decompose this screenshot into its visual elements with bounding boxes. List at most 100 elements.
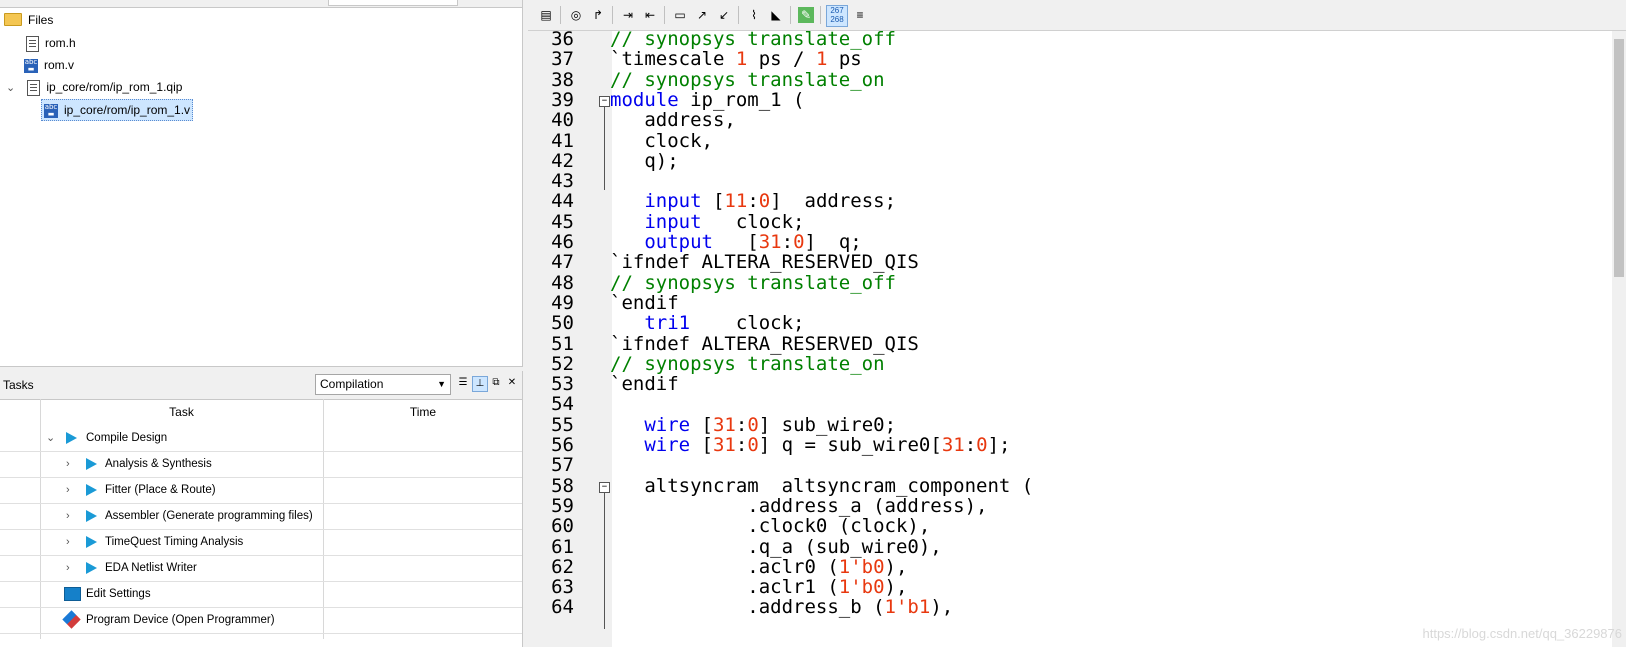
code-line[interactable]: .aclr1 (1'b0), bbox=[610, 577, 907, 598]
code-line[interactable]: .address_a (address), bbox=[610, 495, 987, 517]
code-line[interactable]: input clock; bbox=[610, 211, 804, 233]
code-line[interactable]: `endif bbox=[610, 292, 679, 314]
vertical-scrollbar[interactable] bbox=[1612, 31, 1626, 647]
chevron-right-icon[interactable]: › bbox=[66, 451, 76, 477]
play-icon[interactable] bbox=[86, 484, 97, 496]
column-header-time[interactable]: Time bbox=[324, 399, 522, 425]
code-token: ] sub_wire0; bbox=[758, 413, 897, 436]
column-header-task[interactable]: Task bbox=[40, 399, 323, 425]
scrollbar-thumb[interactable] bbox=[1614, 39, 1624, 277]
code-area[interactable]: 36 // synopsys translate_off 37 `timescale … bbox=[528, 29, 1612, 647]
task-row-edit-settings[interactable]: Edit Settings bbox=[0, 581, 522, 608]
code-line[interactable]: // synopsys translate_off bbox=[610, 29, 896, 50]
bookmark-prev-icon[interactable]: ↙ bbox=[716, 7, 732, 23]
code-token: 1'b0 bbox=[838, 555, 885, 578]
code-line[interactable]: output [31:0] q; bbox=[610, 231, 862, 253]
task-row-fitter[interactable]: › Fitter (Place & Route) bbox=[0, 477, 522, 504]
toolbar-separator bbox=[560, 6, 561, 24]
bookmark-next-icon[interactable]: ↗ bbox=[694, 7, 710, 23]
comment-icon[interactable]: ◣ bbox=[768, 7, 784, 23]
code-token: [ bbox=[690, 434, 713, 456]
code-line[interactable]: address, bbox=[610, 110, 736, 131]
find-next-icon[interactable]: ↱ bbox=[590, 7, 606, 23]
chevron-down-icon[interactable]: ⌄ bbox=[6, 78, 16, 98]
bookmark-icon[interactable]: ▭ bbox=[672, 7, 688, 23]
code-line[interactable]: input [11:0] address; bbox=[610, 191, 896, 212]
flow-select[interactable]: Compilation ▼ bbox=[315, 374, 451, 395]
attach-icon[interactable]: ⌇ bbox=[746, 7, 762, 23]
task-row-eda-netlist[interactable]: › EDA Netlist Writer bbox=[0, 555, 522, 582]
indent-icon[interactable]: ⇥ bbox=[620, 7, 636, 23]
tree-item-rom-h[interactable]: rom.h bbox=[26, 33, 76, 53]
chevron-right-icon[interactable]: › bbox=[66, 529, 76, 555]
code-line[interactable]: q); bbox=[610, 150, 678, 172]
line-number: 63 bbox=[551, 576, 574, 599]
tree-item-ip-rom-v[interactable]: abc ▬ ip_core/rom/ip_rom_1.v bbox=[41, 99, 194, 121]
code-line[interactable]: `endif bbox=[610, 374, 679, 395]
toolbar-separator bbox=[664, 6, 665, 24]
code-line[interactable]: clock, bbox=[610, 130, 713, 152]
play-icon[interactable] bbox=[86, 536, 97, 548]
code-line[interactable]: .aclr0 (1'b0), bbox=[610, 555, 907, 578]
code-line[interactable]: // synopsys translate_on bbox=[610, 353, 885, 375]
code-editor[interactable]: ▤ ◎ ↱ ⇥ ⇤ ▭ ↗ ↙ ⌇ ◣ ✎ 267 268 ≡ 36 // syno… bbox=[528, 0, 1626, 647]
text-format-icon[interactable]: ≡ bbox=[852, 7, 868, 23]
code-line[interactable]: .q_a (sub_wire0), bbox=[610, 535, 942, 558]
code-line[interactable]: module ip_rom_1 ( bbox=[610, 89, 804, 111]
task-row-compile-design[interactable]: ⌄ Compile Design bbox=[0, 425, 522, 452]
code-line[interactable]: // synopsys translate_on bbox=[610, 69, 885, 91]
chevron-right-icon[interactable]: › bbox=[66, 555, 76, 581]
line-number: 54 bbox=[551, 393, 574, 416]
code-line[interactable]: wire [31:0] q = sub_wire0[31:0]; bbox=[610, 434, 1010, 456]
task-label: Fitter (Place & Route) bbox=[105, 484, 216, 496]
restore-window-icon[interactable]: ⧉ bbox=[489, 376, 503, 390]
customize-icon[interactable]: ☰ bbox=[456, 376, 470, 390]
unindent-icon[interactable]: ⇤ bbox=[642, 7, 658, 23]
code-line[interactable]: `ifndef ALTERA_RESERVED_QIS bbox=[610, 333, 919, 355]
task-row-analysis-synthesis[interactable]: › Analysis & Synthesis bbox=[0, 451, 522, 478]
task-row-assembler[interactable]: › Assembler (Generate programming files) bbox=[0, 503, 522, 530]
code-line[interactable]: `timescale 1 ps / 1 ps bbox=[610, 49, 862, 70]
code-token: 11 bbox=[724, 190, 748, 213]
pin-icon[interactable]: ⊥ bbox=[472, 376, 488, 392]
code-line[interactable]: wire [31:0] sub_wire0; bbox=[610, 413, 897, 436]
code-line[interactable]: .address_b (1'b1), bbox=[610, 597, 953, 618]
line-number: 59 bbox=[551, 494, 574, 517]
code-token: 1'b0 bbox=[838, 576, 885, 599]
line-numbers-toggle[interactable]: 267 268 bbox=[826, 5, 848, 27]
close-icon[interactable]: ✕ bbox=[505, 376, 519, 390]
code-token: ps / bbox=[747, 48, 816, 71]
code-line[interactable]: `ifndef ALTERA_RESERVED_QIS bbox=[610, 252, 919, 273]
code-line[interactable]: altsyncram altsyncram_component ( bbox=[610, 475, 1033, 497]
line-number: 57 bbox=[551, 454, 574, 477]
code-token: ] q; bbox=[804, 231, 862, 253]
chevron-down-icon[interactable]: ⌄ bbox=[46, 425, 56, 451]
line-number: 58 bbox=[551, 474, 574, 497]
line-number: 39 bbox=[551, 88, 574, 111]
files-topbar-slot bbox=[328, 0, 458, 6]
tree-root-files[interactable]: Files bbox=[4, 10, 53, 30]
fold-toggle-icon[interactable]: − bbox=[599, 95, 610, 107]
find-icon[interactable]: ◎ bbox=[568, 7, 584, 23]
chevron-right-icon[interactable]: › bbox=[66, 503, 76, 529]
tree-item-ip-rom-qip[interactable]: ⌄ ip_core/rom/ip_rom_1.qip bbox=[6, 77, 182, 97]
task-row-timequest[interactable]: › TimeQuest Timing Analysis bbox=[0, 529, 522, 556]
play-icon[interactable] bbox=[86, 562, 97, 574]
code-token: .q_a (sub_wire0), bbox=[610, 535, 942, 558]
code-line[interactable]: .clock0 (clock), bbox=[610, 516, 930, 537]
fold-toggle-icon[interactable]: − bbox=[599, 481, 610, 493]
save-icon[interactable]: ▤ bbox=[538, 7, 554, 23]
play-icon[interactable] bbox=[86, 458, 97, 470]
tasks-pane: Tasks Compilation ▼ ☰ ⊥ ⧉ ✕ Task Time ⌄ … bbox=[0, 371, 523, 647]
play-icon[interactable] bbox=[86, 510, 97, 522]
code-line[interactable]: tri1 clock; bbox=[610, 313, 804, 334]
chevron-right-icon[interactable]: › bbox=[66, 477, 76, 503]
code-token: [ bbox=[690, 413, 713, 436]
code-token: 0 bbox=[793, 231, 805, 253]
tree-item-rom-v[interactable]: abc ▬ rom.v bbox=[24, 55, 74, 75]
play-icon[interactable] bbox=[66, 432, 77, 444]
line-number: 49 bbox=[551, 291, 574, 314]
task-row-program-device[interactable]: Program Device (Open Programmer) bbox=[0, 607, 522, 634]
code-line[interactable]: // synopsys translate_off bbox=[610, 272, 896, 294]
template-icon[interactable]: ✎ bbox=[798, 7, 814, 23]
